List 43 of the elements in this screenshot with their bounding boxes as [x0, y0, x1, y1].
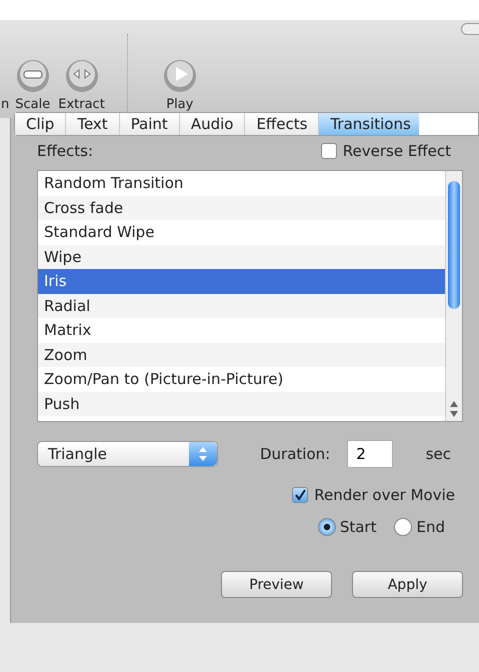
scroll-thumb[interactable] [448, 181, 460, 309]
unit-label: sec [426, 445, 451, 463]
tab[interactable]: Paint [120, 113, 180, 135]
scrollbar[interactable] [445, 171, 462, 421]
play-icon [162, 59, 197, 93]
duration-field[interactable]: 2 [347, 440, 394, 468]
list-item[interactable]: Matrix [38, 318, 445, 342]
effects-label: Effects: [37, 142, 94, 160]
radio-label: End [416, 518, 445, 536]
toolbar-button[interactable]: Extract [58, 59, 105, 112]
list-item[interactable]: Zoom/Pan to (Picture-in-Picture) [38, 367, 445, 392]
render-checkbox[interactable] [292, 487, 308, 503]
tab[interactable]: Effects [245, 113, 320, 135]
scroll-up-icon[interactable] [450, 401, 458, 407]
action-button[interactable]: Preview [221, 571, 332, 598]
toolbar-button[interactable]: n [1, 97, 10, 112]
tab[interactable]: Audio [180, 113, 246, 135]
reverse-effect-checkbox[interactable] [320, 143, 337, 159]
list-item[interactable]: Iris [38, 269, 445, 294]
toolbar-button[interactable]: Scale [15, 59, 50, 112]
list-item[interactable]: Cross fade [38, 196, 445, 220]
scale-icon [16, 59, 50, 93]
toolbar-button[interactable]: Play [162, 59, 197, 112]
list-item[interactable]: Zoom [38, 342, 445, 367]
checkbox-label: Reverse Effect [342, 142, 451, 160]
list-item[interactable]: Push [38, 392, 445, 416]
action-button[interactable]: Apply [352, 571, 463, 598]
stepper-arrows-icon [199, 447, 207, 461]
scroll-down-icon[interactable] [450, 411, 458, 417]
list-item[interactable]: Random Transition [38, 171, 445, 196]
checkbox-label: Render over Movie [314, 486, 455, 504]
radio-label: Start [340, 518, 376, 536]
tab[interactable]: Transitions [319, 113, 419, 135]
tab[interactable]: Clip [15, 113, 66, 135]
list-item[interactable]: Wipe [38, 244, 445, 269]
duration-label: Duration: [260, 445, 330, 463]
list-item[interactable]: Radial [38, 294, 445, 318]
radio-button[interactable] [394, 518, 412, 536]
list-item[interactable]: Standard Wipe [38, 220, 445, 244]
extract-icon [64, 59, 99, 93]
radio-button[interactable] [318, 518, 336, 536]
shape-popup[interactable]: Triangle [37, 441, 218, 467]
tab[interactable]: Text [66, 113, 120, 135]
